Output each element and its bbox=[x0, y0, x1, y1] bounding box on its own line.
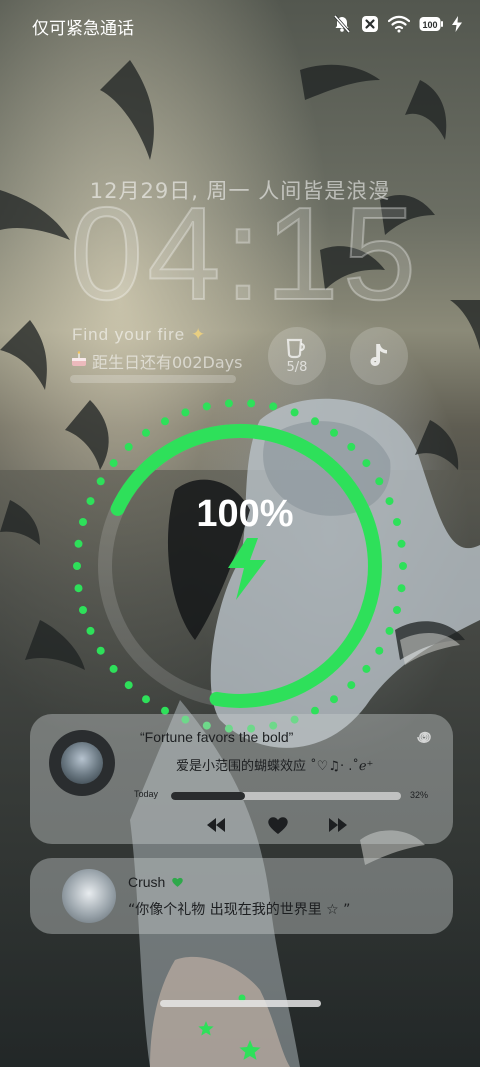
music-progress-track[interactable] bbox=[171, 792, 401, 800]
charging-dot bbox=[290, 408, 299, 417]
charging-dot bbox=[142, 695, 150, 704]
album-art[interactable] bbox=[49, 730, 115, 796]
lock-screen: 仅可紧急通话 100 12月29日, 周一 人间皆是浪漫 04:15 Find … bbox=[0, 0, 480, 1067]
star-icon bbox=[198, 1021, 214, 1036]
charging-dot bbox=[142, 428, 150, 437]
message-card[interactable]: Crush “你像个礼物 出现在我的世界里 ☆ ” bbox=[30, 858, 453, 934]
today-label: Today bbox=[134, 789, 159, 799]
charging-dot bbox=[385, 626, 394, 635]
album-cover-image bbox=[61, 742, 103, 784]
previous-icon[interactable] bbox=[204, 814, 228, 836]
charging-dot bbox=[397, 584, 406, 593]
charging-dot bbox=[181, 408, 190, 417]
green-heart-icon bbox=[172, 877, 184, 887]
charging-dot bbox=[124, 681, 133, 690]
spiral-icon bbox=[417, 731, 431, 743]
charging-dot bbox=[399, 562, 407, 570]
charging-dot bbox=[269, 402, 278, 411]
charging-dot bbox=[362, 459, 371, 468]
charging-dot bbox=[224, 399, 233, 408]
charging-dot bbox=[161, 417, 169, 426]
charging-dot bbox=[96, 646, 105, 655]
home-indicator-bar[interactable] bbox=[160, 1000, 321, 1007]
charging-dot bbox=[109, 664, 118, 673]
charging-dot bbox=[347, 442, 356, 451]
charging-dot bbox=[86, 626, 95, 635]
song-title: 爱是小范围的蝴蝶效应 ˚♡♫· .˚ℯ⁺ bbox=[176, 759, 374, 774]
charging-dot bbox=[109, 459, 118, 468]
charging-dot bbox=[74, 584, 83, 593]
charge-percent-label: 100% bbox=[196, 493, 294, 535]
charging-dot bbox=[124, 442, 133, 451]
charging-dot bbox=[202, 402, 211, 411]
charging-dot bbox=[247, 399, 256, 408]
message-text: “你像个礼物 出现在我的世界里 ☆ ” bbox=[128, 902, 351, 918]
star-icon bbox=[239, 1040, 261, 1060]
charging-dot bbox=[79, 606, 87, 614]
heart-icon[interactable] bbox=[266, 814, 290, 836]
progress-percent: 32% bbox=[409, 790, 428, 800]
music-player-card[interactable]: “Fortune favors the bold” 爱是小范围的蝴蝶效应 ˚♡♫… bbox=[30, 714, 453, 844]
charging-dot bbox=[375, 646, 384, 655]
charging-dot bbox=[397, 539, 406, 548]
lightning-bolt-icon bbox=[228, 538, 266, 600]
charging-dot bbox=[347, 681, 356, 690]
music-quote: “Fortune favors the bold” bbox=[140, 729, 294, 745]
charging-dot bbox=[330, 695, 338, 704]
avatar bbox=[62, 869, 116, 923]
message-sender: Crush bbox=[128, 874, 184, 890]
next-icon[interactable] bbox=[326, 814, 350, 836]
sender-name: Crush bbox=[128, 874, 166, 890]
charging-dot bbox=[375, 477, 384, 486]
music-progress-fill bbox=[171, 792, 245, 800]
charging-dot bbox=[74, 539, 83, 548]
charging-dot bbox=[330, 428, 338, 437]
charging-dot bbox=[96, 477, 105, 486]
charging-dot bbox=[393, 606, 401, 614]
charging-dot bbox=[362, 664, 371, 673]
charging-dot bbox=[73, 562, 81, 570]
charging-dot bbox=[311, 417, 319, 426]
